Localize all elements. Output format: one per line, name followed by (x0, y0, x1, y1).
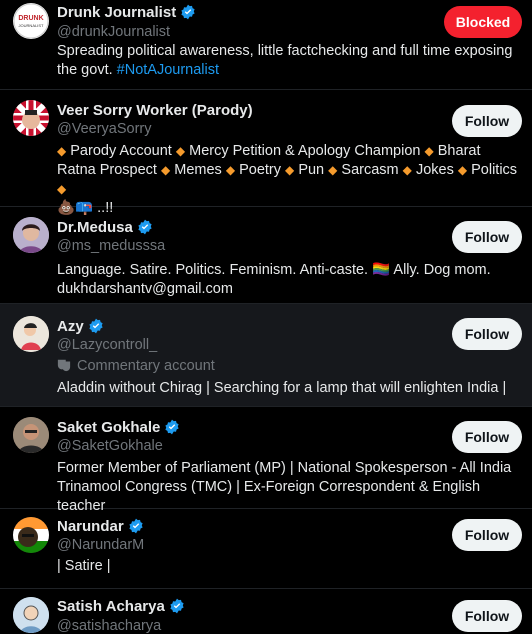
handle: @SaketGokhale (57, 438, 163, 454)
who-to-follow-list: DRUNK JOURNALIST Drunk Journalist @drunk… (0, 0, 532, 634)
avatar-narundar[interactable] (13, 517, 49, 553)
avatar-dr-medusa[interactable] (13, 217, 49, 253)
verified-badge-icon (129, 518, 143, 534)
avatar-satish-acharya[interactable] (13, 597, 49, 633)
account-row-drunk-journalist[interactable]: DRUNK JOURNALIST Drunk Journalist @drunk… (0, 0, 532, 90)
orange-diamond-icon: ◆ (402, 163, 412, 177)
theater-masks-icon (57, 359, 71, 372)
orange-diamond-icon: ◆ (328, 163, 338, 177)
verified-badge-icon (170, 598, 184, 614)
bio: Former Member of Parliament (MP) | Natio… (57, 460, 512, 514)
email-link[interactable]: dukhdarshantv@gmail.com (57, 281, 233, 297)
display-name[interactable]: Veer Sorry Worker (Parody) (57, 102, 253, 119)
display-name[interactable]: Narundar (57, 518, 144, 535)
follow-button[interactable]: Follow (452, 421, 522, 453)
orange-diamond-icon: ◆ (424, 144, 434, 158)
orange-diamond-icon: ◆ (285, 163, 295, 177)
handle: @Lazycontroll_ (57, 337, 158, 353)
handle: @satishacharya (57, 618, 162, 634)
account-row-saket-gokhale[interactable]: Saket Gokhale @SaketGokhale Follow Forme… (0, 407, 532, 514)
orange-diamond-icon: ◆ (160, 163, 171, 177)
avatar-veer-sorry-worker[interactable] (13, 100, 49, 136)
orange-diamond-icon: ◆ (457, 163, 468, 177)
account-row-veer-sorry-worker[interactable]: Veer Sorry Worker (Parody) @VeeryaSorry … (0, 90, 532, 216)
avatar-azy[interactable] (13, 316, 49, 352)
orange-diamond-icon: ◆ (57, 144, 67, 158)
display-name[interactable]: Dr.Medusa (57, 219, 153, 236)
bio: Aladdin without Chirag | Searching for a… (57, 380, 507, 396)
account-row-satish-acharya[interactable]: Satish Acharya @satishacharya Follow (0, 589, 532, 634)
orange-diamond-icon: ◆ (175, 144, 186, 158)
verified-badge-icon (181, 4, 195, 20)
follow-button[interactable]: Follow (452, 318, 522, 350)
svg-text:DRUNK: DRUNK (18, 15, 43, 22)
display-name[interactable]: Drunk Journalist (57, 4, 196, 21)
display-name[interactable]: Satish Acharya (57, 598, 185, 615)
display-name[interactable]: Saket Gokhale (57, 419, 180, 436)
follow-button[interactable]: Follow (452, 600, 522, 632)
handle: @drunkJournalist (57, 24, 171, 40)
follow-button[interactable]: Follow (452, 105, 522, 137)
handle: @NarundarM (57, 537, 145, 553)
handle: @VeeryaSorry (57, 121, 152, 137)
account-row-dr-medusa[interactable]: Dr.Medusa @ms_medusssa Follow Language. … (0, 207, 532, 304)
avatar-drunk-journalist[interactable]: DRUNK JOURNALIST (13, 3, 49, 39)
account-row-narundar[interactable]: Narundar @NarundarM Follow | Satire | (0, 509, 532, 589)
bio: Language. Satire. Politics. Feminism. An… (57, 262, 491, 297)
blocked-button[interactable]: Blocked (444, 6, 522, 38)
follow-button[interactable]: Follow (452, 519, 522, 551)
hashtag-link[interactable]: #NotAJournalist (117, 62, 219, 78)
handle: @ms_medusssa (57, 238, 166, 254)
orange-diamond-icon: ◆ (225, 163, 236, 177)
verified-badge-icon (138, 219, 152, 235)
orange-diamond-icon: ◆ (57, 182, 67, 196)
avatar-saket-gokhale[interactable] (13, 417, 49, 453)
follow-button[interactable]: Follow (452, 221, 522, 253)
commentary-label: Commentary account (57, 358, 215, 374)
bio: | Satire | (57, 558, 111, 574)
account-row-azy[interactable]: Azy @Lazycontroll_ Commentary account Fo… (0, 304, 532, 407)
bio: Spreading political awareness, little fa… (57, 43, 513, 78)
display-name[interactable]: Azy (57, 318, 104, 335)
svg-text:JOURNALIST: JOURNALIST (19, 23, 44, 28)
verified-badge-icon (165, 419, 179, 435)
verified-badge-icon (89, 318, 103, 334)
